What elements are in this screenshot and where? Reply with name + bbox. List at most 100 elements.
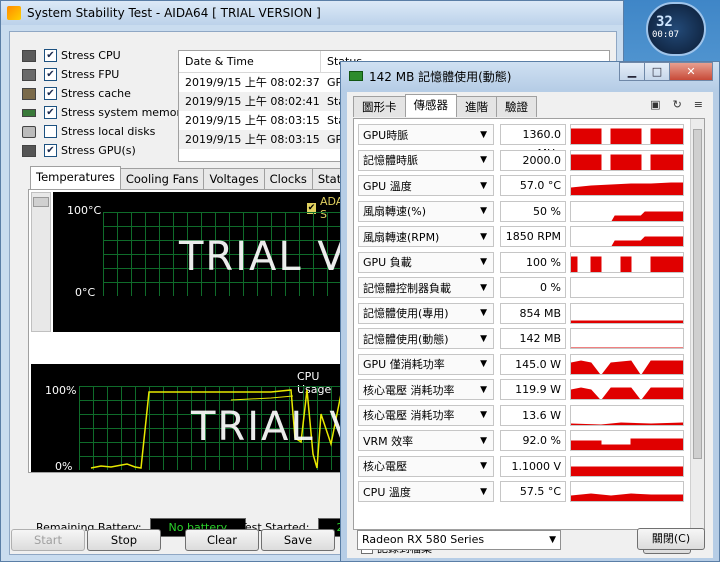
stress-option-row[interactable]: Stress GPU(s) [22,141,188,160]
gpuz-tab[interactable]: 圖形卡 [353,96,406,117]
stress-checkbox[interactable] [44,125,57,138]
sensor-scrollbar-thumb[interactable] [693,129,702,459]
sensor-name-dropdown[interactable]: 風扇轉速(RPM) ▼ [358,226,494,247]
sensor-name-dropdown[interactable]: 記憶體控制器負載 ▼ [358,277,494,298]
temperature-graph: ✔ ADATA S 100°C 0°C TRIAL VE [53,192,357,332]
close-window-button[interactable]: ✕ [669,62,713,81]
sensor-sparkline [571,359,683,374]
start-button[interactable]: Start [11,529,85,551]
stress-option-row[interactable]: Stress local disks [22,122,188,141]
stress-option-row[interactable]: Stress cache [22,84,188,103]
sensor-sparkline [571,256,683,272]
stress-option-label: Stress GPU(s) [61,144,136,157]
sensor-name-dropdown[interactable]: GPU 僅消耗功率 ▼ [358,353,494,375]
scrollbar-thumb[interactable] [33,197,49,207]
log-status: GP [327,133,343,146]
sensor-value: 142 MB [500,328,566,349]
sensor-name-dropdown[interactable]: VRM 效率 ▼ [358,430,494,451]
sensor-name-dropdown[interactable]: 風扇轉速(%) ▼ [358,200,494,222]
sensor-name-dropdown[interactable]: GPU 溫度 ▼ [358,175,494,196]
stop-button[interactable]: Stop [87,529,161,551]
sensor-sparkline [571,128,683,144]
sensor-name-dropdown[interactable]: 核心電壓 消耗功率 ▼ [358,404,494,426]
sensor-name-dropdown[interactable]: GPU 負載 ▼ [358,251,494,273]
chevron-down-icon: ▼ [549,535,556,545]
sensor-name-dropdown[interactable]: GPU時脈 ▼ [358,124,494,145]
gpuz-tab[interactable]: 傳感器 [404,94,457,117]
trial-watermark: TRIAL VE [179,234,357,280]
stress-option-row[interactable]: Stress system memory [22,103,188,122]
sensor-graph [570,149,684,171]
sensor-name-dropdown[interactable]: 記憶體使用(動態) ▼ [358,328,494,349]
tab-clocks[interactable]: Clocks [263,168,313,189]
gpuz-tab[interactable]: 驗證 [496,96,537,117]
sensor-row: GPU 負載 ▼ 100 % [358,251,684,274]
cache-chip-icon [22,87,36,100]
chevron-down-icon: ▼ [480,129,487,140]
sensor-name-dropdown[interactable]: CPU 溫度 ▼ [358,481,494,502]
aida64-titlebar[interactable]: System Stability Test - AIDA64 [ TRIAL V… [1,1,623,25]
log-datetime: 2019/9/15 上午 08:02:41 [185,95,320,108]
cpu-usage-graph: CPU Usage 100% 0% TRIAL VE [31,364,357,472]
maximize-button[interactable]: □ [644,62,670,81]
stress-checkbox[interactable] [44,87,57,100]
gpuz-titlebar[interactable]: 142 MB 記憶體使用(動態) ▁ □ ✕ [341,62,719,90]
save-button[interactable]: Save [261,529,335,551]
sensor-graph [570,353,684,375]
sensor-value: 50 % [500,200,566,222]
camera-icon[interactable]: ▣ [650,98,660,111]
trial-watermark-cpu: TRIAL VE [191,404,357,450]
chevron-down-icon: ▼ [480,435,487,446]
sensor-scrollbar[interactable] [690,119,704,529]
refresh-icon[interactable]: ↻ [673,98,682,111]
clear-button[interactable]: Clear [185,529,259,551]
menu-icon[interactable]: ≡ [694,98,703,111]
tab-temperatures[interactable]: Temperatures [30,166,121,189]
log-header-datetime[interactable]: Date & Time [179,51,321,73]
sensor-name: GPU時脈 [363,128,409,142]
stress-option-row[interactable]: Stress FPU [22,65,188,84]
sensor-list-scrollbar[interactable] [31,192,51,332]
sensor-name: 記憶體時脈 [363,154,418,167]
gpuz-window-controls: ▁ □ ✕ [619,62,713,81]
gpu-select-value: Radeon RX 580 Series [362,533,485,546]
sensor-value: 57.5 °C [500,481,566,502]
minimize-button[interactable]: ▁ [619,62,645,81]
sensor-name-dropdown[interactable]: 核心電壓 消耗功率 ▼ [358,379,494,400]
sensor-name-dropdown[interactable]: 核心電壓 ▼ [358,455,494,477]
sensor-name: 記憶體使用(動態) [363,332,449,346]
tab-cooling-fans[interactable]: Cooling Fans [119,168,205,189]
sensor-name: 核心電壓 消耗功率 [363,383,455,397]
sensor-name: 風扇轉速(RPM) [363,230,440,244]
sensor-graph [570,328,684,349]
sensor-name: GPU 負載 [363,256,412,269]
sensor-name: 核心電壓 消耗功率 [363,409,455,422]
close-button[interactable]: 關閉(C) [637,528,705,550]
sensor-row: 核心電壓 消耗功率 ▼ 13.6 W [358,404,684,427]
aida64-window-title: System Stability Test - AIDA64 [ TRIAL V… [27,6,321,20]
tab-voltages[interactable]: Voltages [203,168,265,189]
stress-checkbox[interactable] [44,49,57,62]
stress-option-label: Stress cache [61,87,131,100]
log-datetime: 2019/9/15 上午 08:03:15 [185,114,320,127]
stress-option-row[interactable]: Stress CPU [22,46,188,65]
sensor-row: GPU 溫度 ▼ 57.0 °C [358,174,684,197]
sensor-graph [570,251,684,273]
sensor-row: 核心電壓 ▼ 1.1000 V [358,455,684,478]
sensor-row: 風扇轉速(%) ▼ 50 % [358,200,684,223]
aida64-app-icon [7,6,21,20]
graph-panel: ✔ ADATA S 100°C 0°C TRIAL VE CPU Usage 1… [28,189,358,473]
stress-checkbox[interactable] [44,144,57,157]
gpuz-tab[interactable]: 進階 [456,96,497,117]
clock-time-big: 32 [656,14,673,30]
gpu-select-dropdown[interactable]: Radeon RX 580 Series ▼ [357,530,561,550]
disk-drive-icon [22,125,36,138]
chevron-down-icon: ▼ [480,308,487,318]
chevron-down-icon: ▼ [480,486,487,497]
sensor-name-dropdown[interactable]: 記憶體使用(專用) ▼ [358,302,494,324]
gpuz-app-icon [349,71,363,81]
sensor-name-dropdown[interactable]: 記憶體時脈 ▼ [358,149,494,171]
stress-checkbox[interactable] [44,68,57,81]
stress-checkbox[interactable] [44,106,57,119]
sensor-graph [570,226,684,247]
